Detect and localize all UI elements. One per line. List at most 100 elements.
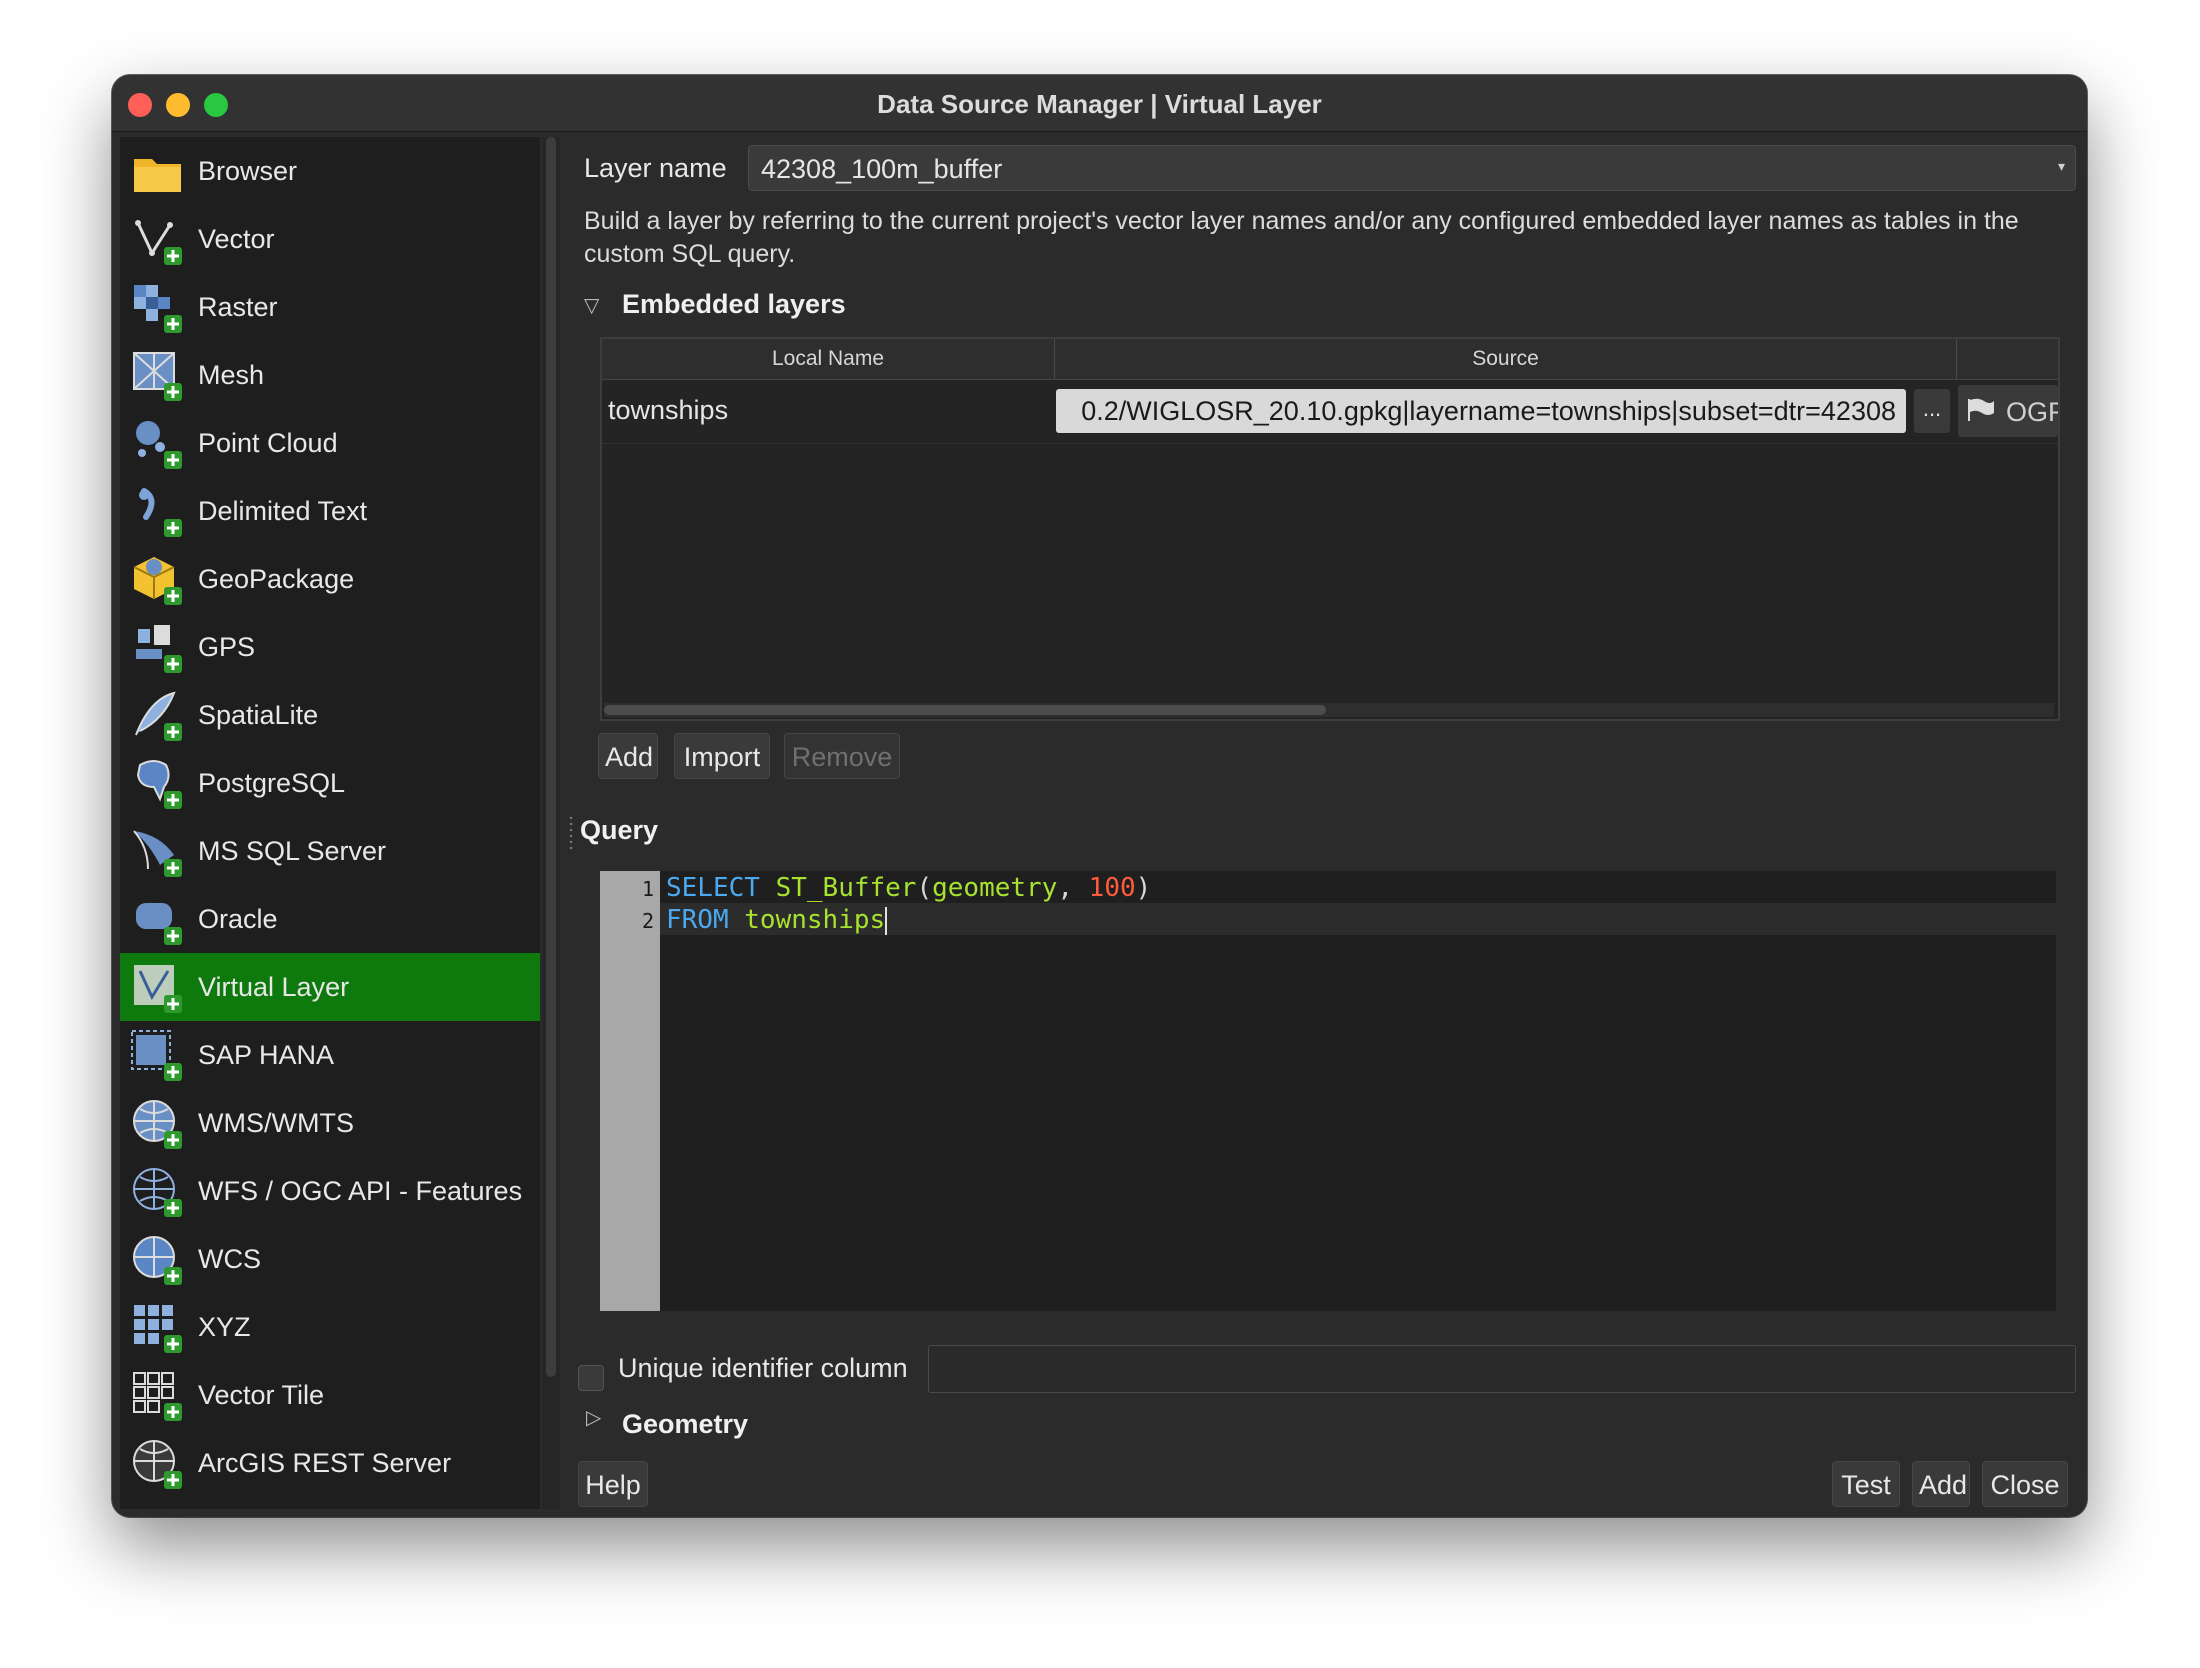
sidebar-item-arcgis-rest[interactable]: ArcGIS REST Server [120,1429,540,1497]
title-bar: Data Source Manager | Virtual Layer [112,75,2087,132]
sidebar-item-vector-tile[interactable]: Vector Tile [120,1361,540,1429]
sidebar-item-label: GPS [198,632,256,662]
vector-add-icon [130,213,186,269]
source-value: 0.2/WIGLOSR_20.10.gpkg|layername=townshi… [1081,396,1896,426]
code-line-2: FROM townships [666,905,888,935]
provider-selector[interactable]: OGR [1958,385,2058,437]
column-header-source[interactable]: Source [1055,347,1956,371]
unique-id-column-input[interactable] [928,1345,2076,1393]
table-header: Local Name Source [602,339,2058,380]
unique-id-label: Unique identifier column [618,1353,908,1383]
code-line-1: SELECT ST_Buffer(geometry, 100) [666,873,1151,903]
collapse-triangle-icon[interactable]: ▽ [584,293,599,318]
sidebar-item-label: WCS [198,1244,261,1274]
data-source-manager-window: Data Source Manager | Virtual Layer Brow… [112,75,2087,1517]
sidebar-item-label: ArcGIS REST Server [198,1448,452,1478]
sidebar-item-label: WFS / OGC API - Features [198,1176,523,1206]
mesh-add-icon [130,349,186,405]
wcs-add-icon [130,1233,186,1289]
import-layer-button[interactable]: Import [674,733,770,779]
sql-paren: ( [916,873,933,903]
sql-number: 100 [1088,873,1136,903]
line-number: 2 [641,909,654,933]
remove-layer-button[interactable]: Remove [784,733,900,779]
layer-name-label: Layer name [584,153,727,183]
sidebar-item-gps[interactable]: GPS [120,613,540,681]
table-scrollbar-thumb[interactable] [604,705,1326,715]
source-field[interactable]: 0.2/WIGLOSR_20.10.gpkg|layername=townshi… [1056,389,1906,433]
point-cloud-add-icon [130,417,186,473]
sidebar-item-label: SAP HANA [198,1040,335,1070]
sidebar-item-mssql[interactable]: MS SQL Server [120,817,540,885]
local-name-cell[interactable]: townships [608,395,728,426]
sql-query-editor[interactable]: 1 2 SELECT ST_Buffer(geometry, 100) FROM… [600,871,2056,1311]
help-button[interactable]: Help [578,1461,648,1507]
sidebar-item-mesh[interactable]: Mesh [120,341,540,409]
column-divider [1956,339,1957,379]
sidebar-item-wfs[interactable]: WFS / OGC API - Features [120,1157,540,1225]
sidebar-item-virtual-layer[interactable]: Virtual Layer [120,953,540,1021]
sidebar-scrollbar[interactable] [542,137,560,1509]
sidebar-scrollbar-thumb[interactable] [546,137,556,1377]
sql-keyword: FROM [666,905,729,935]
virtual-layer-add-icon [130,961,186,1017]
line-number-gutter: 1 2 [600,871,660,1311]
sidebar-item-label: Delimited Text [198,496,368,526]
close-button[interactable]: Close [1982,1461,2068,1507]
embedded-layers-title[interactable]: Embedded layers [622,289,846,320]
delimited-text-add-icon [130,485,186,541]
sidebar-item-label: Virtual Layer [198,972,350,1002]
geometry-section-title[interactable]: Geometry [622,1409,748,1440]
sql-function: ST_Buffer [775,873,917,903]
sidebar-item-sap-hana[interactable]: SAP HANA [120,1021,540,1089]
wfs-add-icon [130,1165,186,1221]
sidebar-item-xyz[interactable]: XYZ [120,1293,540,1361]
sidebar-item-delimited-text[interactable]: Delimited Text [120,477,540,545]
sidebar-item-vector[interactable]: Vector [120,205,540,273]
oracle-add-icon [130,893,186,949]
sql-identifier: geometry [932,873,1058,903]
postgresql-add-icon [130,757,186,813]
sidebar-item-point-cloud[interactable]: Point Cloud [120,409,540,477]
add-layer-button[interactable]: Add [598,733,658,779]
sidebar-item-raster[interactable]: Raster [120,273,540,341]
sidebar-item-label: Oracle [198,904,278,934]
layer-name-combobox[interactable]: 42308_100m_buffer ▾ [748,145,2076,191]
expand-triangle-icon[interactable]: ▷ [586,1405,601,1430]
sidebar-item-postgresql[interactable]: PostgreSQL [120,749,540,817]
sidebar-item-label: Raster [198,292,278,322]
text-cursor [885,906,888,935]
sql-keyword: SELECT [666,873,760,903]
test-button[interactable]: Test [1832,1461,1900,1507]
sidebar-item-label: XYZ [198,1312,251,1342]
flag-icon [1966,397,1996,428]
unique-id-checkbox[interactable] [578,1365,604,1391]
spatialite-add-icon [130,689,186,745]
folder-icon [130,145,186,201]
sidebar-item-label: SpatiaLite [198,700,319,730]
embedded-layers-table: Local Name Source townships 0.2/WIGLOSR_… [600,337,2060,721]
sidebar-item-spatialite[interactable]: SpatiaLite [120,681,540,749]
provider-sidebar: Browser Vector Raster Mesh Point Cloud D… [120,137,540,1509]
vector-tile-add-icon [130,1369,186,1425]
sidebar-item-browser[interactable]: Browser [120,137,540,205]
sidebar-item-wms[interactable]: WMS/WMTS [120,1089,540,1157]
table-row[interactable]: townships 0.2/WIGLOSR_20.10.gpkg|layerna… [602,381,2058,444]
sidebar-item-oracle[interactable]: Oracle [120,885,540,953]
layer-description: Build a layer by referring to the curren… [584,207,2019,268]
splitter-handle[interactable] [568,815,574,851]
sidebar-item-label: PostgreSQL [198,768,346,798]
sql-table-name: townships [744,905,886,935]
sidebar-item-wcs[interactable]: WCS [120,1225,540,1293]
sql-separator: , [1057,873,1089,903]
column-header-local-name[interactable]: Local Name [602,347,1054,371]
table-horizontal-scrollbar[interactable] [604,703,2054,717]
browse-source-button[interactable]: ... [1914,389,1950,433]
sidebar-item-label: Point Cloud [198,428,338,458]
line-number: 1 [641,877,654,901]
add-button[interactable]: Add [1912,1461,1970,1507]
sidebar-item-label: Mesh [198,360,265,390]
sidebar-item-geopackage[interactable]: GeoPackage [120,545,540,613]
chevron-down-icon: ▾ [2057,158,2065,174]
sidebar-item-label: GeoPackage [198,564,355,594]
